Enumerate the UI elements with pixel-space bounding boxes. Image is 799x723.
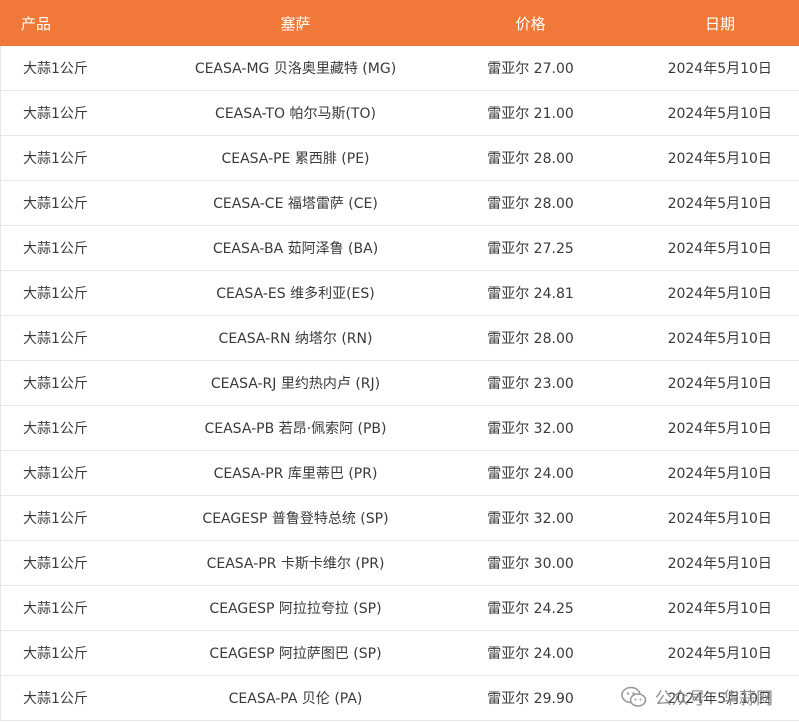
cell-product: 大蒜1公斤 xyxy=(0,90,171,136)
watermark: 公众号 · 华蒜网 xyxy=(620,684,773,709)
cell-price: 雷亚尔 24.81 xyxy=(420,270,641,316)
cell-price: 雷亚尔 23.00 xyxy=(420,360,641,406)
cell-ceasa: CEASA-CE 福塔雷萨 (CE) xyxy=(170,180,421,226)
header-date[interactable]: 日期 xyxy=(640,0,799,46)
cell-price: 雷亚尔 27.00 xyxy=(420,46,641,91)
table-row: 大蒜1公斤 CEASA-RN 纳塔尔 (RN) 雷亚尔 28.00 2024年5月10… xyxy=(0,315,799,361)
table-row: 大蒜1公斤 CEASA-PB 若昂·佩索阿 (PB) 雷亚尔 32.00 2024年5… xyxy=(0,405,799,451)
cell-ceasa: CEASA-ES 维多利亚(ES) xyxy=(170,270,421,316)
cell-product: 大蒜1公斤 xyxy=(0,180,171,226)
table-header-row: 产品 塞萨 价格 日期 xyxy=(0,0,799,46)
header-product[interactable]: 产品 xyxy=(0,0,171,46)
cell-ceasa: CEASA-PE 累西腓 (PE) xyxy=(170,135,421,181)
watermark-text: 公众号 · 华蒜网 xyxy=(654,689,773,709)
header-price[interactable]: 价格 xyxy=(420,0,641,46)
cell-ceasa: CEASA-BA 茹阿泽鲁 (BA) xyxy=(170,225,421,271)
cell-ceasa: CEASA-MG 贝洛奥里藏特 (MG) xyxy=(170,46,421,91)
cell-ceasa: CEAGESP 阿拉拉夸拉 (SP) xyxy=(170,585,421,631)
table-row: 大蒜1公斤 CEASA-PR 卡斯卡维尔 (PR) 雷亚尔 30.00 2024年5月… xyxy=(0,540,799,586)
cell-product: 大蒜1公斤 xyxy=(0,315,171,361)
cell-price: 雷亚尔 28.00 xyxy=(420,315,641,361)
cell-product: 大蒜1公斤 xyxy=(0,630,171,676)
cell-date: 2024年5月10日 xyxy=(640,495,799,541)
cell-date: 2024年5月10日 xyxy=(640,315,799,361)
cell-price: 雷亚尔 28.00 xyxy=(420,180,641,226)
cell-date: 2024年5月10日 xyxy=(640,630,799,676)
cell-price: 雷亚尔 28.00 xyxy=(420,135,641,181)
cell-date: 2024年5月10日 xyxy=(640,585,799,631)
table-row: 大蒜1公斤 CEASA-PE 累西腓 (PE) 雷亚尔 28.00 2024年5月10… xyxy=(0,135,799,181)
cell-ceasa: CEASA-PA 贝伦 (PA) xyxy=(170,675,421,721)
table-row: 大蒜1公斤 CEASA-MG 贝洛奥里藏特 (MG) 雷亚尔 27.00 2024年5… xyxy=(0,46,799,91)
table-row: 大蒜1公斤 CEASA-RJ 里约热内卢 (RJ) 雷亚尔 23.00 2024年5月… xyxy=(0,360,799,406)
table-body: 大蒜1公斤 CEASA-MG 贝洛奥里藏特 (MG) 雷亚尔 27.00 2024年5… xyxy=(0,46,799,721)
cell-date: 2024年5月10日 xyxy=(640,135,799,181)
price-table: 产品 塞萨 价格 日期 大蒜1公斤 CEASA-MG 贝洛奥里藏特 (MG) 雷亚尔… xyxy=(0,0,799,721)
cell-product: 大蒜1公斤 xyxy=(0,675,171,721)
cell-product: 大蒜1公斤 xyxy=(0,405,171,451)
cell-date: 2024年5月10日 xyxy=(640,450,799,496)
cell-date: 2024年5月10日 xyxy=(640,225,799,271)
table-row: 大蒜1公斤 CEASA-PR 库里蒂巴 (PR) 雷亚尔 24.00 2024年5月1… xyxy=(0,450,799,496)
cell-date: 2024年5月10日 xyxy=(640,46,799,91)
cell-product: 大蒜1公斤 xyxy=(0,135,171,181)
cell-ceasa: CEASA-RN 纳塔尔 (RN) xyxy=(170,315,421,361)
cell-date: 2024年5月10日 xyxy=(640,360,799,406)
cell-price: 雷亚尔 24.25 xyxy=(420,585,641,631)
cell-ceasa: CEAGESP 阿拉萨图巴 (SP) xyxy=(170,630,421,676)
cell-ceasa: CEASA-PR 库里蒂巴 (PR) xyxy=(170,450,421,496)
table-row: 大蒜1公斤 CEASA-CE 福塔雷萨 (CE) 雷亚尔 28.00 2024年5月1… xyxy=(0,180,799,226)
cell-product: 大蒜1公斤 xyxy=(0,46,171,91)
cell-ceasa: CEASA-TO 帕尔马斯(TO) xyxy=(170,90,421,136)
table-row: 大蒜1公斤 CEAGESP 阿拉萨图巴 (SP) 雷亚尔 24.00 2024年5月1… xyxy=(0,630,799,676)
cell-price: 雷亚尔 27.25 xyxy=(420,225,641,271)
cell-price: 雷亚尔 24.00 xyxy=(420,450,641,496)
cell-ceasa: CEASA-PR 卡斯卡维尔 (PR) xyxy=(170,540,421,586)
cell-product: 大蒜1公斤 xyxy=(0,585,171,631)
cell-price: 雷亚尔 30.00 xyxy=(420,540,641,586)
cell-price: 雷亚尔 24.00 xyxy=(420,630,641,676)
wechat-icon xyxy=(620,686,647,707)
cell-price: 雷亚尔 32.00 xyxy=(420,495,641,541)
cell-date: 2024年5月10日 xyxy=(640,405,799,451)
cell-product: 大蒜1公斤 xyxy=(0,450,171,496)
cell-date: 2024年5月10日 xyxy=(640,90,799,136)
cell-ceasa: CEAGESP 普鲁登特总统 (SP) xyxy=(170,495,421,541)
cell-product: 大蒜1公斤 xyxy=(0,270,171,316)
cell-price: 雷亚尔 32.00 xyxy=(420,405,641,451)
cell-product: 大蒜1公斤 xyxy=(0,540,171,586)
cell-price: 雷亚尔 29.90 xyxy=(420,675,641,721)
table-row: 大蒜1公斤 CEASA-BA 茹阿泽鲁 (BA) 雷亚尔 27.25 2024年5月1… xyxy=(0,225,799,271)
cell-price: 雷亚尔 21.00 xyxy=(420,90,641,136)
cell-product: 大蒜1公斤 xyxy=(0,360,171,406)
table-row: 大蒜1公斤 CEASA-ES 维多利亚(ES) 雷亚尔 24.81 2024年5月10… xyxy=(0,270,799,316)
cell-date: 2024年5月10日 xyxy=(640,540,799,586)
cell-product: 大蒜1公斤 xyxy=(0,495,171,541)
cell-ceasa: CEASA-PB 若昂·佩索阿 (PB) xyxy=(170,405,421,451)
cell-ceasa: CEASA-RJ 里约热内卢 (RJ) xyxy=(170,360,421,406)
header-ceasa[interactable]: 塞萨 xyxy=(170,0,421,46)
table-row: 大蒜1公斤 CEAGESP 阿拉拉夸拉 (SP) 雷亚尔 24.25 2024年5月1… xyxy=(0,585,799,631)
table-row: 大蒜1公斤 CEASA-TO 帕尔马斯(TO) 雷亚尔 21.00 2024年5月10… xyxy=(0,90,799,136)
cell-product: 大蒜1公斤 xyxy=(0,225,171,271)
cell-date: 2024年5月10日 xyxy=(640,270,799,316)
table-row: 大蒜1公斤 CEAGESP 普鲁登特总统 (SP) 雷亚尔 32.00 2024年5月… xyxy=(0,495,799,541)
cell-date: 2024年5月10日 xyxy=(640,180,799,226)
